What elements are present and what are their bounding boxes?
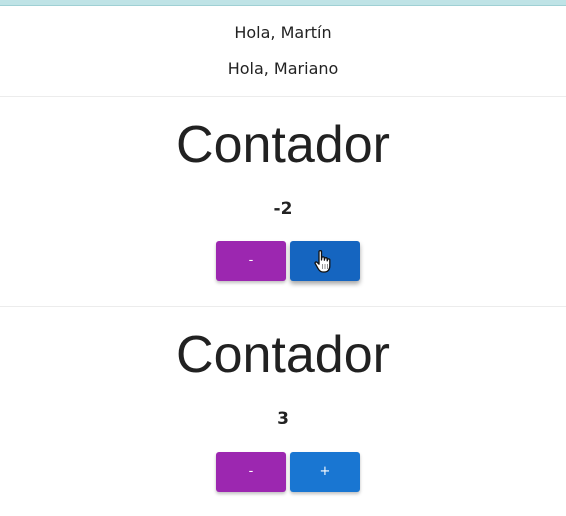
increment-button[interactable]: +	[290, 452, 360, 492]
decrement-button[interactable]: -	[216, 452, 286, 492]
counter-value: -2	[273, 199, 293, 219]
greeting-text: Hola, Mariano	[227, 59, 339, 78]
counter-title: Contador	[176, 326, 390, 384]
greetings-section: Hola, Martín Hola, Mariano	[0, 5, 566, 95]
counter-title: Contador	[176, 116, 390, 174]
counter-value: 3	[277, 409, 289, 429]
section-divider	[0, 306, 566, 307]
greeting-text: Hola, Martín	[234, 23, 332, 42]
decrement-button[interactable]: -	[216, 241, 286, 281]
hand-pointer-icon	[314, 250, 331, 273]
section-divider	[0, 96, 566, 97]
